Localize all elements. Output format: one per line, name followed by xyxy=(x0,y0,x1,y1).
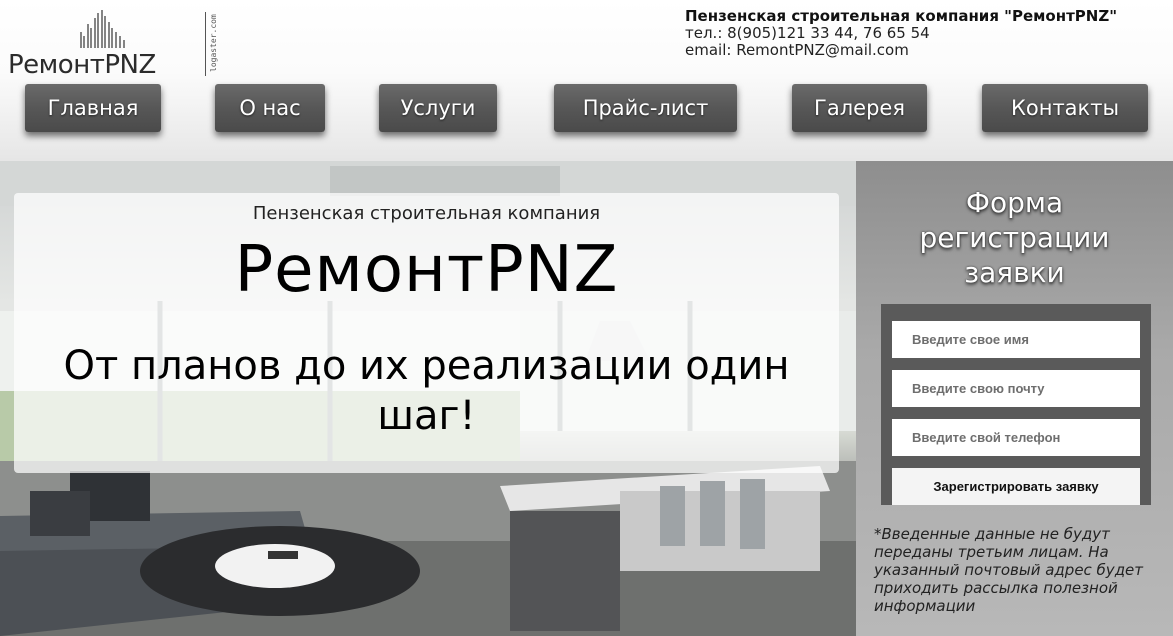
nav-home-button[interactable]: Главная xyxy=(25,84,161,132)
submit-request-button[interactable]: Зарегистрировать заявку xyxy=(892,468,1140,505)
email-text: email: RemontPNZ@mail.com xyxy=(685,41,909,59)
form-title: Форма регистрации заявки xyxy=(856,185,1173,290)
logo-text: РемонтPNZ xyxy=(8,50,156,80)
logo[interactable]: РемонтPNZ logaster.com xyxy=(6,10,226,80)
nav-pricelist-button[interactable]: Прайс-лист xyxy=(554,84,737,132)
logo-watermark: logaster.com xyxy=(209,14,218,72)
hero-slogan: От планов до их реализации один шаг! xyxy=(63,343,790,439)
hero-subtitle: Пензенская строительная компания xyxy=(252,203,601,224)
nav-gallery-button[interactable]: Галерея xyxy=(792,84,927,132)
logo-divider xyxy=(205,12,206,76)
nav-about-button[interactable]: О нас xyxy=(215,84,325,132)
name-input[interactable] xyxy=(892,321,1140,358)
phone-text: тел.: 8(905)121 33 44, 76 65 54 xyxy=(685,24,930,42)
phone-input[interactable] xyxy=(892,419,1140,456)
buildings-icon xyxy=(80,10,125,48)
nav-contacts-button[interactable]: Контакты xyxy=(982,84,1148,132)
company-name: Пензенская строительная компания "Ремонт… xyxy=(685,7,1118,25)
contact-info: Пензенская строительная компания "Ремонт… xyxy=(685,7,1117,59)
hero-title: РемонтPNZ xyxy=(234,233,619,307)
form-title-line2: регистрации xyxy=(919,221,1110,254)
email-input[interactable] xyxy=(892,370,1140,407)
form-title-line1: Форма xyxy=(965,186,1064,219)
site-header: РемонтPNZ logaster.com Пензенская строит… xyxy=(0,0,1173,161)
request-form-sidebar: Форма регистрации заявки Зарегистрироват… xyxy=(856,161,1173,636)
nav-services-button[interactable]: Услуги xyxy=(379,84,497,132)
request-form: Зарегистрировать заявку xyxy=(881,304,1151,505)
hero-section: Пензенская строительная компания РемонтP… xyxy=(0,161,856,636)
hero-panel: Пензенская строительная компания РемонтP… xyxy=(14,193,839,473)
form-title-line3: заявки xyxy=(964,256,1065,289)
privacy-note: *Введенные данные не будут переданы трет… xyxy=(874,525,1144,615)
